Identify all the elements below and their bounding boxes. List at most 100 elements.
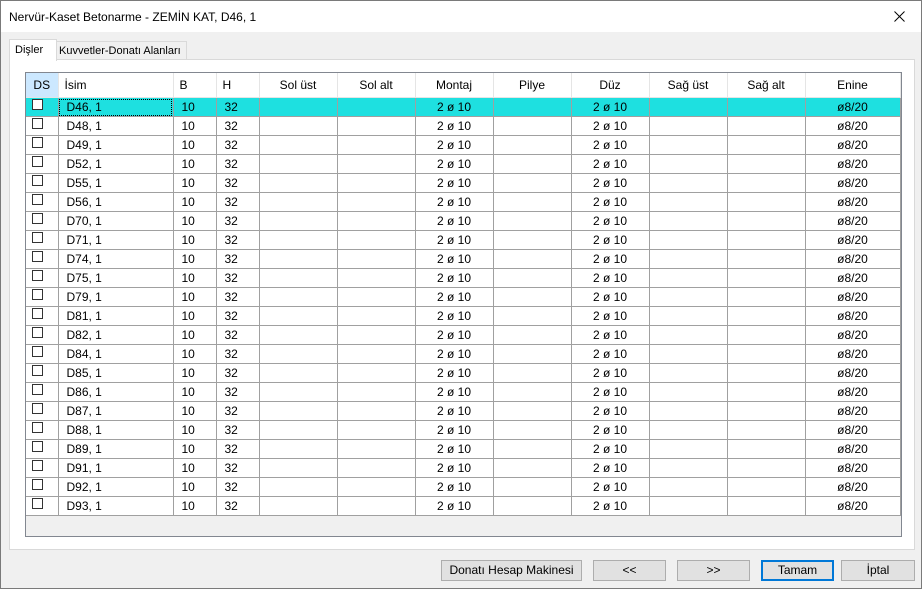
cell-isim[interactable]: D82, 1 xyxy=(58,325,174,345)
cell-pilye[interactable] xyxy=(493,268,572,288)
cell-duz[interactable]: 2 ø 10 xyxy=(571,458,650,478)
cell-h[interactable]: 32 xyxy=(216,230,260,250)
cell-sag-alt[interactable] xyxy=(727,325,806,345)
cell-enine[interactable]: ø8/20 xyxy=(805,344,901,364)
cell-enine[interactable]: ø8/20 xyxy=(805,287,901,307)
cell-sol-alt[interactable] xyxy=(337,401,416,421)
cell-h[interactable]: 32 xyxy=(216,287,260,307)
cell-sol-ust[interactable] xyxy=(259,344,338,364)
checkbox-icon[interactable] xyxy=(32,365,43,377)
cell-enine[interactable]: ø8/20 xyxy=(805,173,901,193)
cell-montaj[interactable]: 2 ø 10 xyxy=(415,173,494,193)
cell-pilye[interactable] xyxy=(493,249,572,269)
cell-sol-alt[interactable] xyxy=(337,458,416,478)
cell-ds[interactable] xyxy=(26,458,59,478)
cell-b[interactable]: 10 xyxy=(173,420,217,440)
cell-b[interactable]: 10 xyxy=(173,439,217,459)
cell-isim[interactable]: D86, 1 xyxy=(58,382,174,402)
cell-sol-alt[interactable] xyxy=(337,306,416,326)
cell-ds[interactable] xyxy=(26,268,59,288)
cell-isim[interactable]: D52, 1 xyxy=(58,154,174,174)
table-row[interactable]: D52, 1 10 32 2 ø 10 2 ø 10 ø8/20 xyxy=(26,154,901,174)
cell-h[interactable]: 32 xyxy=(216,97,260,117)
cell-pilye[interactable] xyxy=(493,439,572,459)
column-header-montaj[interactable]: Montaj xyxy=(415,73,494,98)
cell-duz[interactable]: 2 ø 10 xyxy=(571,211,650,231)
checkbox-icon[interactable] xyxy=(32,422,43,434)
cell-isim[interactable]: D70, 1 xyxy=(58,211,174,231)
cell-isim[interactable]: D48, 1 xyxy=(58,116,174,136)
cell-sag-alt[interactable] xyxy=(727,458,806,478)
cell-sag-ust[interactable] xyxy=(649,458,728,478)
cell-sag-ust[interactable] xyxy=(649,230,728,250)
cell-enine[interactable]: ø8/20 xyxy=(805,249,901,269)
cell-enine[interactable]: ø8/20 xyxy=(805,230,901,250)
cell-sol-alt[interactable] xyxy=(337,439,416,459)
cell-isim[interactable]: D92, 1 xyxy=(58,477,174,497)
cell-sag-alt[interactable] xyxy=(727,439,806,459)
cell-b[interactable]: 10 xyxy=(173,268,217,288)
cell-h[interactable]: 32 xyxy=(216,344,260,364)
tab-disler[interactable]: Dişler xyxy=(9,39,57,61)
cell-sag-alt[interactable] xyxy=(727,306,806,326)
cell-enine[interactable]: ø8/20 xyxy=(805,382,901,402)
cell-sag-alt[interactable] xyxy=(727,116,806,136)
checkbox-icon[interactable] xyxy=(32,213,43,225)
cell-sag-alt[interactable] xyxy=(727,230,806,250)
cell-montaj[interactable]: 2 ø 10 xyxy=(415,135,494,155)
cell-montaj[interactable]: 2 ø 10 xyxy=(415,287,494,307)
cell-h[interactable]: 32 xyxy=(216,439,260,459)
cell-sol-ust[interactable] xyxy=(259,116,338,136)
cell-isim[interactable]: D75, 1 xyxy=(58,268,174,288)
cell-enine[interactable]: ø8/20 xyxy=(805,477,901,497)
cell-pilye[interactable] xyxy=(493,192,572,212)
cell-sag-ust[interactable] xyxy=(649,439,728,459)
table-row[interactable]: D89, 1 10 32 2 ø 10 2 ø 10 ø8/20 xyxy=(26,439,901,459)
cell-b[interactable]: 10 xyxy=(173,173,217,193)
cell-ds[interactable] xyxy=(26,477,59,497)
checkbox-icon[interactable] xyxy=(32,194,43,206)
checkbox-icon[interactable] xyxy=(32,232,43,244)
cell-sol-ust[interactable] xyxy=(259,458,338,478)
cell-h[interactable]: 32 xyxy=(216,268,260,288)
checkbox-icon[interactable] xyxy=(32,479,43,491)
cell-sag-ust[interactable] xyxy=(649,211,728,231)
cell-isim[interactable]: D81, 1 xyxy=(58,306,174,326)
cell-isim[interactable]: D84, 1 xyxy=(58,344,174,364)
cell-pilye[interactable] xyxy=(493,477,572,497)
cell-sol-ust[interactable] xyxy=(259,420,338,440)
cell-sag-ust[interactable] xyxy=(649,249,728,269)
cell-h[interactable]: 32 xyxy=(216,192,260,212)
cell-sol-ust[interactable] xyxy=(259,230,338,250)
checkbox-icon[interactable] xyxy=(32,460,43,472)
checkbox-icon[interactable] xyxy=(32,384,43,396)
column-header-isim[interactable]: İsim xyxy=(58,73,174,98)
cell-montaj[interactable]: 2 ø 10 xyxy=(415,477,494,497)
table-row[interactable]: D71, 1 10 32 2 ø 10 2 ø 10 ø8/20 xyxy=(26,230,901,250)
cell-enine[interactable]: ø8/20 xyxy=(805,268,901,288)
cell-enine[interactable]: ø8/20 xyxy=(805,135,901,155)
cell-sol-ust[interactable] xyxy=(259,496,338,516)
cell-sag-alt[interactable] xyxy=(727,154,806,174)
cell-ds[interactable] xyxy=(26,192,59,212)
cell-montaj[interactable]: 2 ø 10 xyxy=(415,496,494,516)
cell-enine[interactable]: ø8/20 xyxy=(805,306,901,326)
cell-sol-alt[interactable] xyxy=(337,382,416,402)
cell-sol-alt[interactable] xyxy=(337,363,416,383)
cell-enine[interactable]: ø8/20 xyxy=(805,420,901,440)
cell-montaj[interactable]: 2 ø 10 xyxy=(415,363,494,383)
cell-duz[interactable]: 2 ø 10 xyxy=(571,192,650,212)
cell-pilye[interactable] xyxy=(493,306,572,326)
cell-b[interactable]: 10 xyxy=(173,306,217,326)
cell-duz[interactable]: 2 ø 10 xyxy=(571,496,650,516)
checkbox-icon[interactable] xyxy=(32,289,43,301)
table-row[interactable]: D84, 1 10 32 2 ø 10 2 ø 10 ø8/20 xyxy=(26,344,901,364)
table-row[interactable]: D81, 1 10 32 2 ø 10 2 ø 10 ø8/20 xyxy=(26,306,901,326)
cell-pilye[interactable] xyxy=(493,458,572,478)
cell-sag-ust[interactable] xyxy=(649,192,728,212)
cell-h[interactable]: 32 xyxy=(216,154,260,174)
cell-isim[interactable]: D87, 1 xyxy=(58,401,174,421)
checkbox-icon[interactable] xyxy=(32,251,43,263)
cell-sag-ust[interactable] xyxy=(649,135,728,155)
cell-duz[interactable]: 2 ø 10 xyxy=(571,287,650,307)
